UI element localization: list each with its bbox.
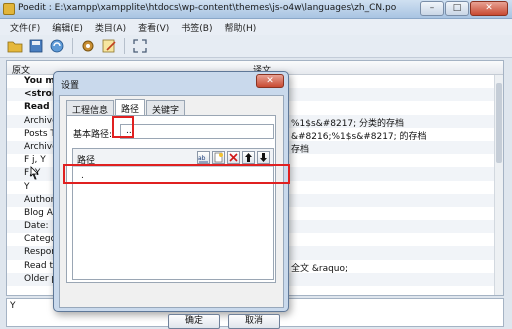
maximize-button[interactable]: □ — [445, 1, 469, 16]
close-window-button[interactable]: ✕ — [470, 1, 508, 16]
row-source-text: Date: — [24, 221, 49, 232]
path-entry-highlight — [63, 164, 290, 184]
fullscreen-icon[interactable] — [131, 37, 149, 55]
new-path-icon[interactable] — [212, 151, 225, 164]
edit-path-icon[interactable]: ab — [197, 151, 210, 164]
menu-bar: 文件(F) 编辑(E) 类目(A) 查看(V) 书签(B) 帮助(H) — [0, 19, 512, 35]
row-translation-text: 全文 &raquo; — [291, 263, 349, 274]
paths-tab-panel: 基本路径: .. 路径 ab . — [66, 115, 276, 283]
settings-gear-icon[interactable] — [79, 37, 97, 55]
dialog-title: 设置 — [61, 81, 80, 91]
scrollbar-thumb[interactable] — [496, 83, 502, 163]
source-text: Y — [10, 301, 16, 311]
open-folder-icon[interactable] — [6, 37, 24, 55]
list-scrollbar[interactable] — [494, 75, 503, 295]
base-path-input[interactable]: .. — [120, 124, 274, 139]
dialog-body: 工程信息 路径 关键字 基本路径: .. 路径 ab . 确定 取消 — [59, 95, 284, 329]
svg-text:ab: ab — [198, 155, 206, 162]
move-up-icon[interactable] — [242, 151, 255, 164]
poedit-app-icon — [3, 3, 15, 15]
base-path-label: 基本路径: — [73, 130, 113, 140]
menu-bookmarks[interactable]: 书签(B) — [175, 19, 218, 35]
toolbar — [0, 35, 512, 58]
window-title: Poedit : E:\xampp\xampplite\htdocs\wp-co… — [18, 3, 397, 13]
base-path-highlight — [112, 116, 134, 138]
toolbar-separator — [124, 38, 125, 54]
row-translation-text: 存档 — [291, 144, 310, 155]
save-icon[interactable] — [27, 37, 45, 55]
menu-help[interactable]: 帮助(H) — [219, 19, 263, 35]
row-source-text: Y — [24, 181, 30, 192]
delete-path-icon[interactable] — [227, 151, 240, 164]
update-catalog-icon[interactable] — [48, 37, 66, 55]
settings-dialog: 设置 ✕ 工程信息 路径 关键字 基本路径: .. 路径 ab . 确定 取消 — [53, 71, 289, 329]
menu-edit[interactable]: 编辑(E) — [46, 19, 89, 35]
minimize-button[interactable]: – — [420, 1, 444, 16]
row-translation-text: %1$s&#8217; 分类的存档 — [291, 118, 405, 129]
move-down-icon[interactable] — [257, 151, 270, 164]
menu-view[interactable]: 查看(V) — [132, 19, 175, 35]
row-translation-text: &#8216;%1$s&#8217; 的存档 — [291, 131, 427, 142]
mouse-cursor-icon — [30, 166, 39, 180]
menu-file[interactable]: 文件(F) — [4, 19, 46, 35]
menu-catalog[interactable]: 类目(A) — [89, 19, 132, 35]
toolbar-separator — [72, 38, 73, 54]
dialog-close-button[interactable]: ✕ — [256, 74, 284, 88]
row-source-text: F j, Y — [24, 155, 46, 166]
title-bar: Poedit : E:\xampp\xampplite\htdocs\wp-co… — [0, 0, 512, 19]
edit-comment-icon[interactable] — [100, 37, 118, 55]
